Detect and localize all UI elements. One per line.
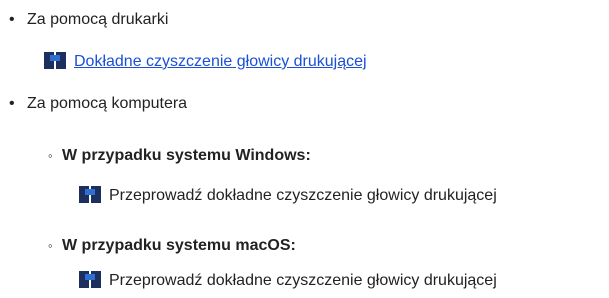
reference-link-row[interactable]: Dokładne czyszczenie głowicy drukującej [44, 52, 367, 72]
macos-heading: W przypadku systemu macOS: [62, 237, 296, 254]
bullet-marker: • [9, 11, 15, 28]
sub-item-windows: ◦ W przypadku systemu Windows: [48, 146, 311, 166]
windows-instruction-text: Przeprowadź dokładne czyszczenie głowicy… [109, 187, 497, 204]
page-reference-icon [79, 271, 101, 288]
sub-item-macos: ◦ W przypadku systemu macOS: [48, 236, 296, 256]
windows-heading: W przypadku systemu Windows: [62, 147, 311, 164]
sub-bullet-marker: ◦ [48, 238, 53, 253]
print-head-cleaning-link[interactable]: Dokładne czyszczenie głowicy drukującej [74, 53, 367, 70]
macos-instruction-row: Przeprowadź dokładne czyszczenie głowicy… [79, 271, 497, 291]
windows-instruction-row: Przeprowadź dokładne czyszczenie głowicy… [79, 186, 497, 206]
bullet-marker: • [9, 95, 15, 112]
list-item-label: Za pomocą komputera [27, 95, 188, 112]
page-reference-icon [79, 186, 101, 203]
list-item-printer: • Za pomocą drukarki [9, 10, 168, 30]
macos-instruction-text: Przeprowadź dokładne czyszczenie głowicy… [109, 272, 497, 289]
sub-bullet-marker: ◦ [48, 148, 53, 163]
list-item-label: Za pomocą drukarki [27, 11, 169, 28]
list-item-computer: • Za pomocą komputera [9, 94, 187, 114]
page-reference-icon [44, 52, 66, 69]
